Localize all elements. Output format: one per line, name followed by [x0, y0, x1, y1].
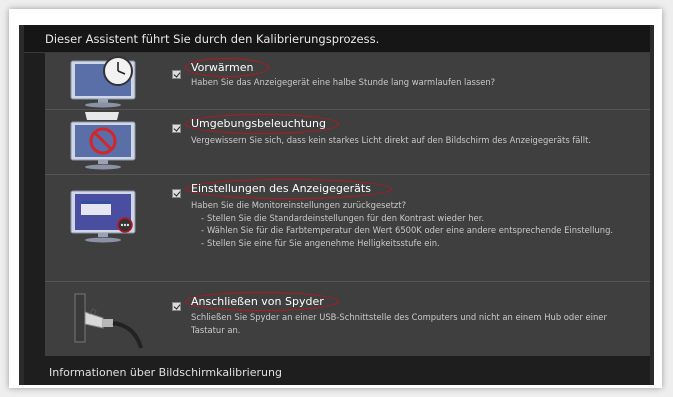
connect-spyder-description: Schließen Sie Spyder an einer USB-Schnit… [191, 312, 607, 335]
connect-spyder-title: Anschließen von Spyder [191, 295, 324, 308]
ambient-light-checkbox[interactable] [172, 124, 181, 133]
display-settings-title: Einstellungen des Anzeigegeräts [191, 182, 371, 195]
monitor-clock-icon [45, 53, 170, 109]
step-display-settings: Einstellungen des Anzeigegeräts Haben Si… [45, 175, 650, 282]
ambient-light-description: Vergewissern Sie sich, dass kein starkes… [191, 135, 592, 145]
step-warmup: Vorwärmen Haben Sie das Anzeigegerät ein… [45, 53, 650, 110]
display-settings-list: Stellen Sie die Standardeinstellungen fü… [201, 212, 643, 250]
display-settings-checkbox[interactable] [172, 189, 181, 198]
display-settings-question: Haben Sie die Monitoreinstellungen zurüc… [191, 200, 407, 210]
step-connect-spyder: Anschließen von Spyder Schließen Sie Spy… [45, 282, 650, 356]
display-settings-description: Haben Sie die Monitoreinstellungen zurüc… [191, 199, 643, 249]
warmup-checkbox[interactable] [172, 70, 181, 79]
list-item: Stellen Sie die Standardeinstellungen fü… [201, 212, 643, 225]
warmup-title: Vorwärmen [191, 61, 254, 74]
wizard-header: Dieser Assistent führt Sie durch den Kal… [24, 25, 650, 53]
step-ambient-light: Umgebungsbeleuchtung Vergewissern Sie si… [45, 110, 650, 175]
ambient-light-title: Umgebungsbeleuchtung [191, 117, 326, 130]
usb-plug-icon [45, 282, 170, 356]
calibration-wizard-window: Dieser Assistent führt Sie durch den Kal… [24, 25, 650, 385]
monitor-settings-icon [45, 175, 170, 281]
list-item: Wählen Sie für die Farbtemperatur den We… [201, 224, 643, 237]
connect-spyder-checkbox[interactable] [172, 302, 181, 311]
monitor-no-light-icon [45, 110, 170, 174]
right-scrollbar-edge[interactable] [650, 25, 654, 385]
footer-info-link[interactable]: Informationen über Bildschirmkalibrierun… [24, 356, 650, 385]
warmup-description: Haben Sie das Anzeigegerät eine halbe St… [191, 77, 496, 87]
list-item: Stellen Sie eine für Sie angenehme Helli… [201, 237, 643, 250]
